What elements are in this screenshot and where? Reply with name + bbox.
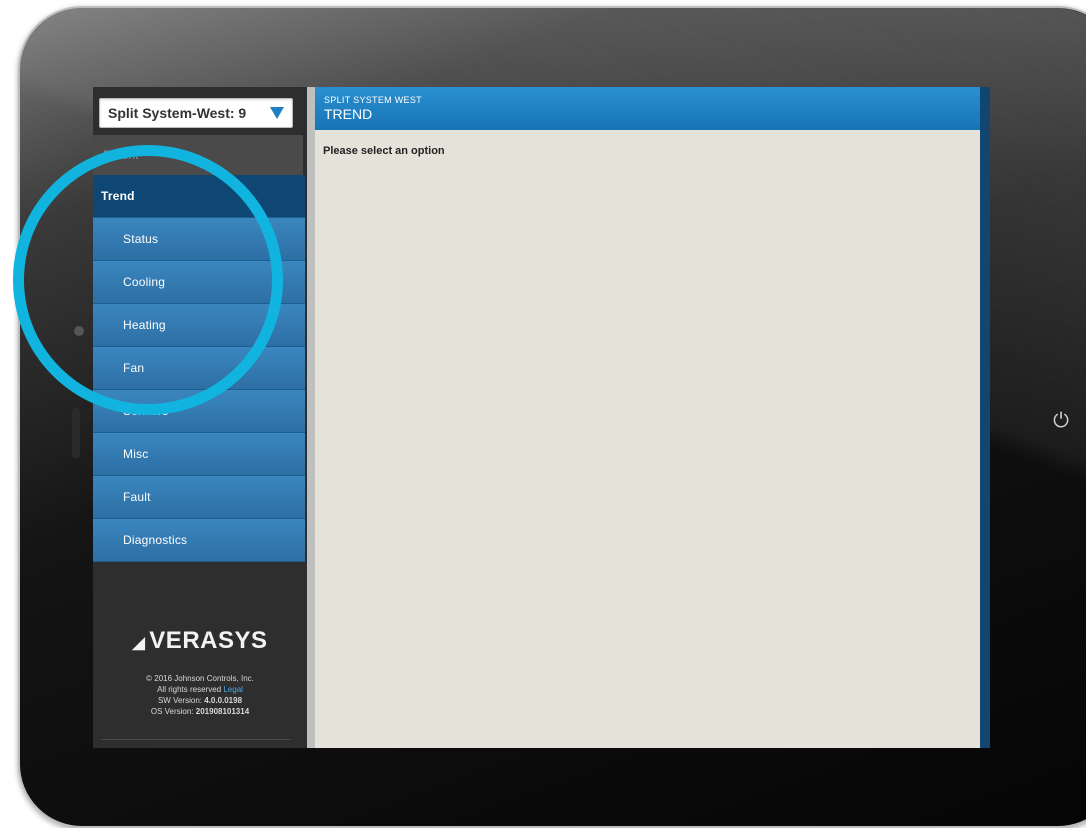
legal-link[interactable]: Legal — [223, 685, 243, 694]
sidebar-item-label: Trend — [101, 189, 135, 203]
verasys-logo: ◢ VERASYS — [93, 627, 307, 655]
copyright-text: © 2016 Johnson Controls, Inc. — [146, 674, 254, 683]
sidebar-menu: Trend Status Cooling Heating Fan Sensors… — [93, 175, 305, 562]
rights-text: All rights reserved — [157, 685, 222, 694]
parent-nav-item[interactable]: Parent — [93, 135, 303, 175]
brand-block: ◢ VERASYS © 2016 Johnson Controls, Inc. A… — [93, 627, 307, 717]
sidebar-item-heating[interactable]: Heating — [93, 304, 305, 347]
sidebar-item-fault[interactable]: Fault — [93, 476, 305, 519]
os-version-label: OS Version: — [150, 707, 194, 716]
brand-name: VERASYS — [149, 627, 268, 654]
sw-version-value: 4.0.0.0198 — [204, 696, 243, 705]
sidebar-item-label: Cooling — [123, 275, 166, 289]
sidebar-item-label: Diagnostics — [123, 533, 188, 547]
rights-line: All rights reserved Legal — [93, 684, 307, 695]
select-option-prompt: Please select an option — [323, 145, 445, 157]
page-title: TREND — [324, 106, 373, 122]
sidebar-item-sensors[interactable]: Sensors — [93, 390, 305, 433]
sidebar-item-label: Fan — [123, 361, 145, 375]
camera-icon — [74, 326, 84, 336]
app-screen: Split System-West: 9 Parent Trend Status… — [93, 87, 990, 748]
sidebar-item-misc[interactable]: Misc — [93, 433, 305, 476]
sw-version-label: SW Version: — [157, 696, 202, 705]
system-selector-value: Split System-West: 9 — [108, 105, 247, 121]
sidebar-item-label: Misc — [123, 447, 149, 461]
os-version-line: OS Version: 201908101314 — [93, 706, 307, 717]
sidebar-item-diagnostics[interactable]: Diagnostics — [93, 519, 305, 562]
main-header: SPLIT SYSTEM WEST TREND — [315, 87, 980, 130]
sidebar-item-trend[interactable]: Trend — [93, 175, 305, 218]
sidebar-item-label: Status — [123, 232, 159, 246]
logo-mark-icon: ◢ — [132, 635, 146, 652]
side-switch — [72, 408, 80, 458]
sidebar-item-status[interactable]: Status — [93, 218, 305, 261]
main-panel: SPLIT SYSTEM WEST TREND Please select an… — [315, 87, 980, 748]
dropdown-arrow-icon[interactable] — [270, 107, 284, 119]
system-selector[interactable]: Split System-West: 9 — [99, 98, 293, 128]
sidebar-item-fan[interactable]: Fan — [93, 347, 305, 390]
sidebar-item-cooling[interactable]: Cooling — [93, 261, 305, 304]
sidebar-item-label: Sensors — [123, 404, 169, 418]
sidebar-item-label: Fault — [123, 490, 151, 504]
sw-version-line: SW Version: 4.0.0.0198 — [93, 695, 307, 706]
sidebar: Split System-West: 9 Parent Trend Status… — [93, 87, 307, 748]
header-subtitle: SPLIT SYSTEM WEST — [324, 95, 422, 105]
parent-nav-label: Parent — [103, 148, 139, 162]
panel-splitter[interactable] — [307, 87, 315, 748]
brand-info: © 2016 Johnson Controls, Inc. All rights… — [93, 673, 307, 717]
sidebar-item-label: Heating — [123, 318, 166, 332]
power-icon[interactable]: ⏻ — [1051, 411, 1071, 431]
os-version-value: 201908101314 — [195, 707, 250, 716]
screen-right-edge — [980, 87, 990, 748]
sidebar-divider — [101, 739, 291, 740]
